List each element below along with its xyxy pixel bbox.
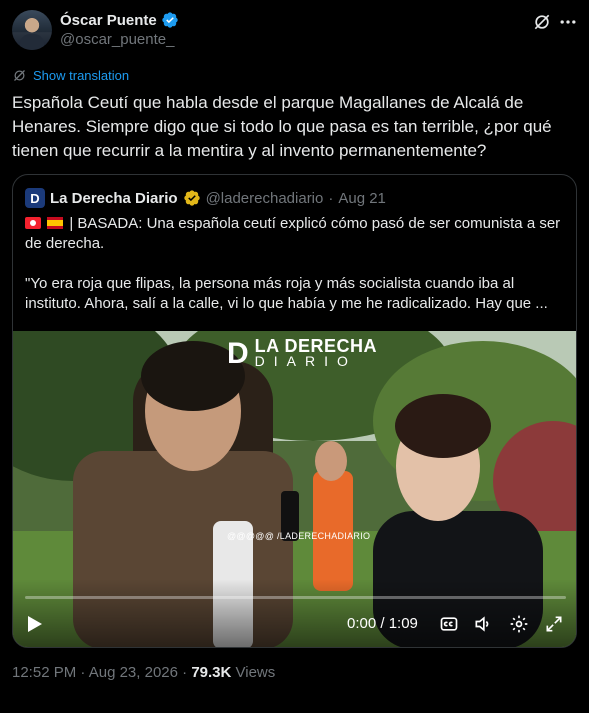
video-player[interactable]: D LA DERECHA DIARIO @@@@@ /LADERECHADIAR…	[13, 331, 576, 647]
meta-separator: ·	[76, 664, 89, 681]
quoted-avatar[interactable]: D	[25, 188, 45, 208]
translate-icon	[14, 70, 25, 81]
author-name[interactable]: Óscar Puente	[60, 12, 157, 29]
video-social-handle: @@@@@ /LADERECHADIARIO	[227, 531, 371, 541]
spain-flag-icon	[47, 217, 64, 229]
quoted-author-name[interactable]: La Derecha Diario	[50, 190, 178, 207]
video-time: 0:00 / 1:09	[347, 615, 418, 632]
watermark-top: LA DERECHA	[254, 336, 378, 356]
show-translation-link[interactable]: Show translation	[12, 68, 129, 83]
author-name-row[interactable]: Óscar Puente	[60, 11, 179, 29]
quoted-author-handle[interactable]: @laderechadiario	[206, 190, 324, 207]
separator-dot: ·	[328, 189, 334, 207]
settings-icon[interactable]	[509, 614, 529, 634]
views-label: Views	[231, 664, 276, 681]
watermark-bottom: DIARIO	[254, 353, 357, 369]
quoted-text-line1: | BASADA: Una española ceutí explicó cóm…	[25, 215, 561, 252]
siren-emoji-icon	[25, 217, 41, 229]
quoted-date[interactable]: Aug 21	[338, 190, 386, 207]
tweet-time[interactable]: 12:52 PM	[12, 664, 76, 681]
video-watermark: D LA DERECHA DIARIO	[227, 336, 378, 370]
tweet-meta: 12:52 PM · Aug 23, 2026 · 79.3K Views	[12, 664, 275, 681]
grok-icon[interactable]	[532, 12, 552, 32]
quoted-tweet-header: D La Derecha Diario @laderechadiario · A…	[25, 188, 386, 208]
views-count: 79.3K	[191, 664, 232, 681]
avatar[interactable]	[12, 10, 52, 50]
quoted-text-line2: "Yo era roja que flipas, la persona más …	[25, 275, 548, 312]
author-handle[interactable]: @oscar_puente_	[60, 31, 174, 48]
verified-gold-badge-icon	[183, 190, 200, 206]
tweet-text: Española Ceutí que habla desde el parque…	[12, 93, 552, 160]
captions-icon[interactable]	[439, 614, 459, 634]
volume-icon[interactable]	[473, 614, 493, 634]
show-translation-label[interactable]: Show translation	[33, 68, 129, 83]
fullscreen-icon[interactable]	[544, 614, 564, 634]
quoted-text: | BASADA: Una española ceutí explicó cóm…	[25, 214, 565, 334]
meta-separator: ·	[177, 664, 192, 681]
watermark-logo: D	[227, 337, 249, 370]
verified-badge-icon	[162, 12, 178, 28]
tweet-date[interactable]: Aug 23, 2026	[89, 664, 178, 681]
play-icon[interactable]	[27, 615, 43, 633]
video-progress-bar[interactable]	[25, 596, 566, 599]
quoted-tweet[interactable]: D La Derecha Diario @laderechadiario · A…	[12, 174, 577, 648]
more-horizontal-icon[interactable]	[558, 12, 578, 32]
